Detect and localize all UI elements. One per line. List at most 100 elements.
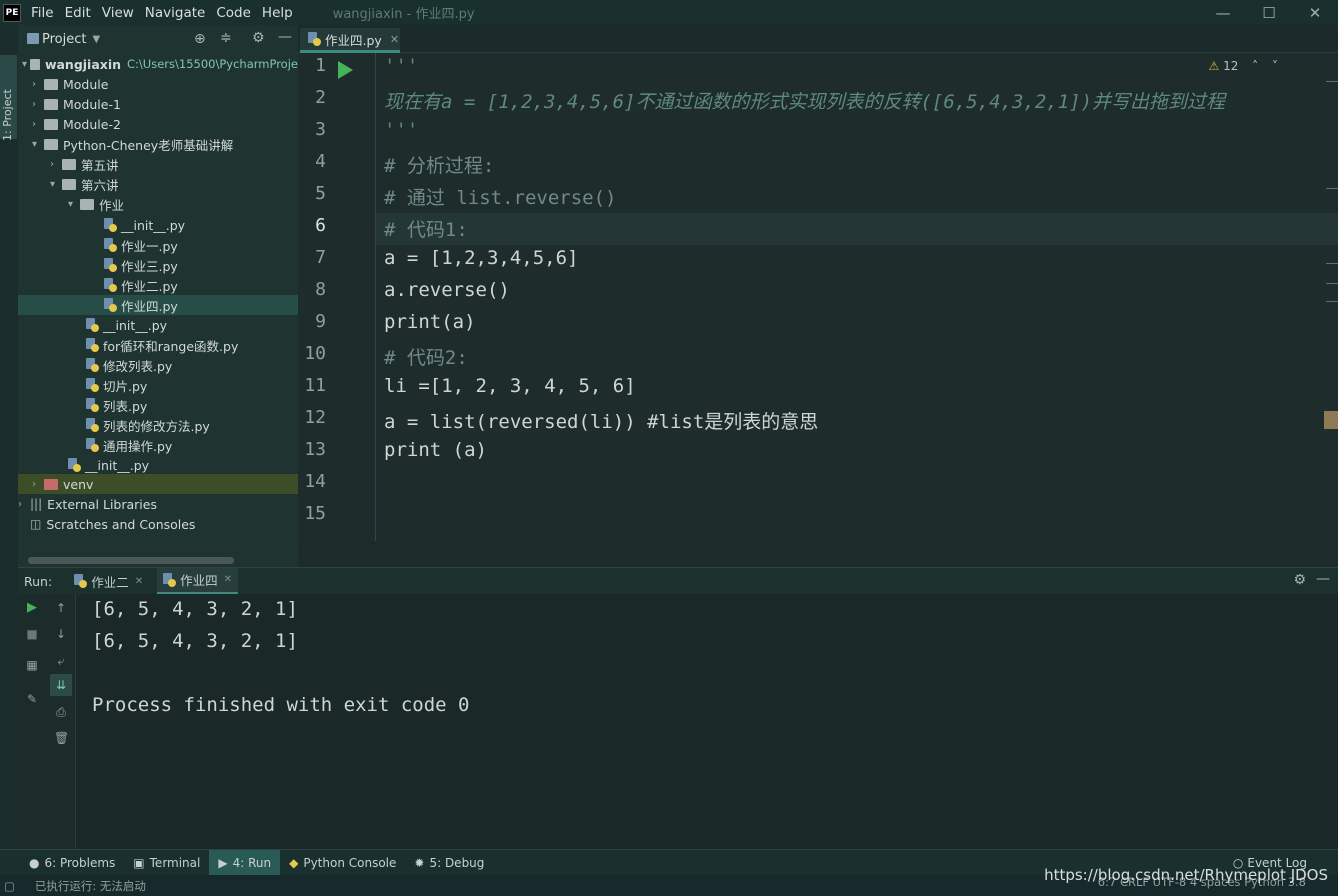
- tree-file-row[interactable]: for循环和range函数.py: [18, 335, 298, 355]
- tree-folder-row[interactable]: › Module-2: [18, 114, 298, 134]
- scroll-warning-marker[interactable]: [1324, 411, 1338, 429]
- rerun-icon[interactable]: ▶: [25, 601, 39, 615]
- tree-file-row[interactable]: 切片.py: [18, 375, 298, 395]
- tool-tab-debug[interactable]: ✹ 5: Debug: [405, 850, 493, 876]
- tree-folder-row[interactable]: › Module-1: [18, 94, 298, 114]
- tree-item-label: Python-Cheney老师基础讲解: [63, 137, 234, 153]
- console-line: Process finished with exit code 0: [92, 694, 470, 716]
- run-console-output[interactable]: [6, 5, 4, 3, 2, 1] [6, 5, 4, 3, 2, 1] Pr…: [76, 594, 1338, 849]
- tree-file-row[interactable]: 列表的修改方法.py: [18, 415, 298, 435]
- chevron-down-icon[interactable]: ˅: [1272, 59, 1278, 73]
- run-tab-zuoye4[interactable]: 作业四 ✕: [157, 567, 238, 595]
- run-icon[interactable]: [338, 61, 353, 79]
- chevron-right-icon[interactable]: ›: [32, 99, 44, 110]
- inspection-badge[interactable]: ⚠ 12 ˄ ˅: [1208, 59, 1278, 73]
- tree-file-row[interactable]: __init__.py: [18, 315, 298, 335]
- tree-file-row[interactable]: 作业二.py: [18, 275, 298, 295]
- tree-file-row[interactable]: 作业三.py: [18, 255, 298, 275]
- soft-wrap-icon[interactable]: ⤶: [54, 654, 68, 668]
- chevron-right-icon[interactable]: ›: [32, 479, 44, 490]
- project-tool-window-tab[interactable]: 1: Project: [0, 55, 17, 141]
- tree-library-row[interactable]: › ||| External Libraries: [18, 494, 298, 514]
- chevron-down-icon[interactable]: ▾: [32, 139, 44, 150]
- tree-item-label: __init__.py: [121, 217, 186, 233]
- hide-panel-icon[interactable]: —: [1316, 571, 1330, 587]
- tree-folder-row[interactable]: › Module: [18, 74, 298, 94]
- tree-file-row[interactable]: __init__.py: [18, 215, 298, 235]
- chevron-up-icon[interactable]: ˄: [1252, 59, 1258, 73]
- tree-folder-row-venv[interactable]: › venv: [18, 474, 298, 494]
- chevron-down-icon[interactable]: ▼: [92, 34, 100, 45]
- code-line: ''': [384, 119, 419, 141]
- close-icon[interactable]: ✕: [224, 574, 232, 585]
- tree-file-row[interactable]: 列表.py: [18, 395, 298, 415]
- code-editor[interactable]: 1 2 3 4 5 6 7 8 9 10 11 12 13 14 15 ''' 现在有a = [1,2,3,4…: [298, 53, 1338, 541]
- hide-panel-icon[interactable]: —: [278, 29, 292, 45]
- line-number: 1: [315, 55, 326, 76]
- tool-tab-terminal[interactable]: ▣ Terminal: [124, 850, 209, 876]
- tree-file-row[interactable]: 通用操作.py: [18, 435, 298, 455]
- chevron-right-icon[interactable]: ›: [50, 159, 62, 170]
- menu-code[interactable]: Code: [216, 5, 251, 21]
- tool-tab-problems[interactable]: ● 6: Problems: [20, 850, 124, 876]
- tree-folder-row[interactable]: › 第五讲: [18, 154, 298, 174]
- close-icon[interactable]: ✕: [135, 576, 143, 587]
- chevron-right-icon[interactable]: ›: [32, 119, 44, 130]
- menu-navigate[interactable]: Navigate: [145, 5, 206, 21]
- maximize-button[interactable]: ☐: [1246, 0, 1292, 25]
- python-file-icon: [86, 358, 99, 372]
- print-icon[interactable]: ⎙: [54, 705, 68, 719]
- close-icon[interactable]: ✕: [390, 33, 399, 46]
- editor-tab-active[interactable]: 作业四.py ✕: [300, 28, 400, 53]
- tree-file-row-selected[interactable]: 作业四.py: [18, 295, 298, 315]
- menu-help[interactable]: Help: [262, 5, 293, 21]
- trash-icon[interactable]: 🗑: [54, 731, 69, 745]
- chevron-right-icon[interactable]: ›: [18, 499, 30, 510]
- tree-root-row[interactable]: ▾ wangjiaxin C:\Users\15500\PycharmProje: [18, 54, 298, 74]
- menu-view[interactable]: View: [102, 5, 134, 21]
- project-view-selector[interactable]: Project: [42, 32, 86, 47]
- folder-icon: [30, 58, 40, 70]
- tree-item-label: 作业二.py: [121, 278, 178, 294]
- scroll-marker: [1326, 283, 1338, 284]
- tree-file-row[interactable]: 作业一.py: [18, 235, 298, 255]
- minimize-button[interactable]: —: [1200, 0, 1246, 25]
- tree-scratches-row[interactable]: ◫ Scratches and Consoles: [18, 514, 298, 534]
- tree-folder-row[interactable]: ▾ 第六讲: [18, 174, 298, 194]
- arrow-up-icon[interactable]: ↑: [54, 601, 68, 615]
- layout-icon[interactable]: ▦: [25, 658, 39, 672]
- menu-file[interactable]: File: [31, 5, 54, 21]
- tool-tab-run[interactable]: ▶ 4: Run: [209, 849, 281, 876]
- menu-edit[interactable]: Edit: [65, 5, 91, 21]
- chevron-right-icon[interactable]: ›: [32, 79, 44, 90]
- project-horizontal-scrollbar[interactable]: [28, 557, 234, 564]
- line-number: 10: [304, 343, 326, 364]
- tree-folder-row[interactable]: ▾ 作业: [18, 194, 298, 214]
- locate-target-icon[interactable]: ⊕: [194, 31, 206, 47]
- pin-icon[interactable]: ✎: [25, 692, 39, 706]
- status-square-icon[interactable]: ▢: [4, 879, 15, 893]
- chevron-down-icon[interactable]: ▾: [50, 179, 62, 190]
- gear-icon[interactable]: ⚙: [252, 30, 265, 46]
- collapse-all-icon[interactable]: ≑: [220, 30, 232, 46]
- close-window-button[interactable]: ✕: [1292, 0, 1338, 25]
- run-tab-label: 作业二: [91, 574, 129, 590]
- scroll-to-end-icon[interactable]: ⇊: [54, 678, 68, 692]
- run-tab-zuoye2[interactable]: 作业二 ✕: [68, 568, 149, 595]
- tree-folder-row[interactable]: ▾ Python-Cheney老师基础讲解: [18, 134, 298, 154]
- code-line: a = list(reversed(li)) #list是列表的意思: [384, 411, 819, 433]
- tree-file-row[interactable]: __init__.py: [18, 455, 298, 475]
- tree-item-label: 通用操作.py: [103, 438, 173, 454]
- tree-item-label: 列表.py: [103, 398, 148, 414]
- project-panel-header: Project ▼ ⊕ ≑ ⚙ —: [18, 25, 298, 54]
- gear-icon[interactable]: ⚙: [1293, 572, 1306, 588]
- tree-file-row[interactable]: 修改列表.py: [18, 355, 298, 375]
- chevron-down-icon[interactable]: ▾: [68, 199, 80, 210]
- watermark: https://blog.csdn.net/Rhymeplot JDOS: [1044, 866, 1328, 884]
- python-file-icon: [86, 378, 99, 392]
- tool-tab-label: Terminal: [149, 855, 201, 870]
- arrow-down-icon[interactable]: ↓: [54, 627, 68, 641]
- tool-tab-python-console[interactable]: ◆ Python Console: [280, 850, 405, 876]
- stop-icon[interactable]: ■: [25, 627, 39, 641]
- chevron-down-icon[interactable]: ▾: [22, 59, 30, 70]
